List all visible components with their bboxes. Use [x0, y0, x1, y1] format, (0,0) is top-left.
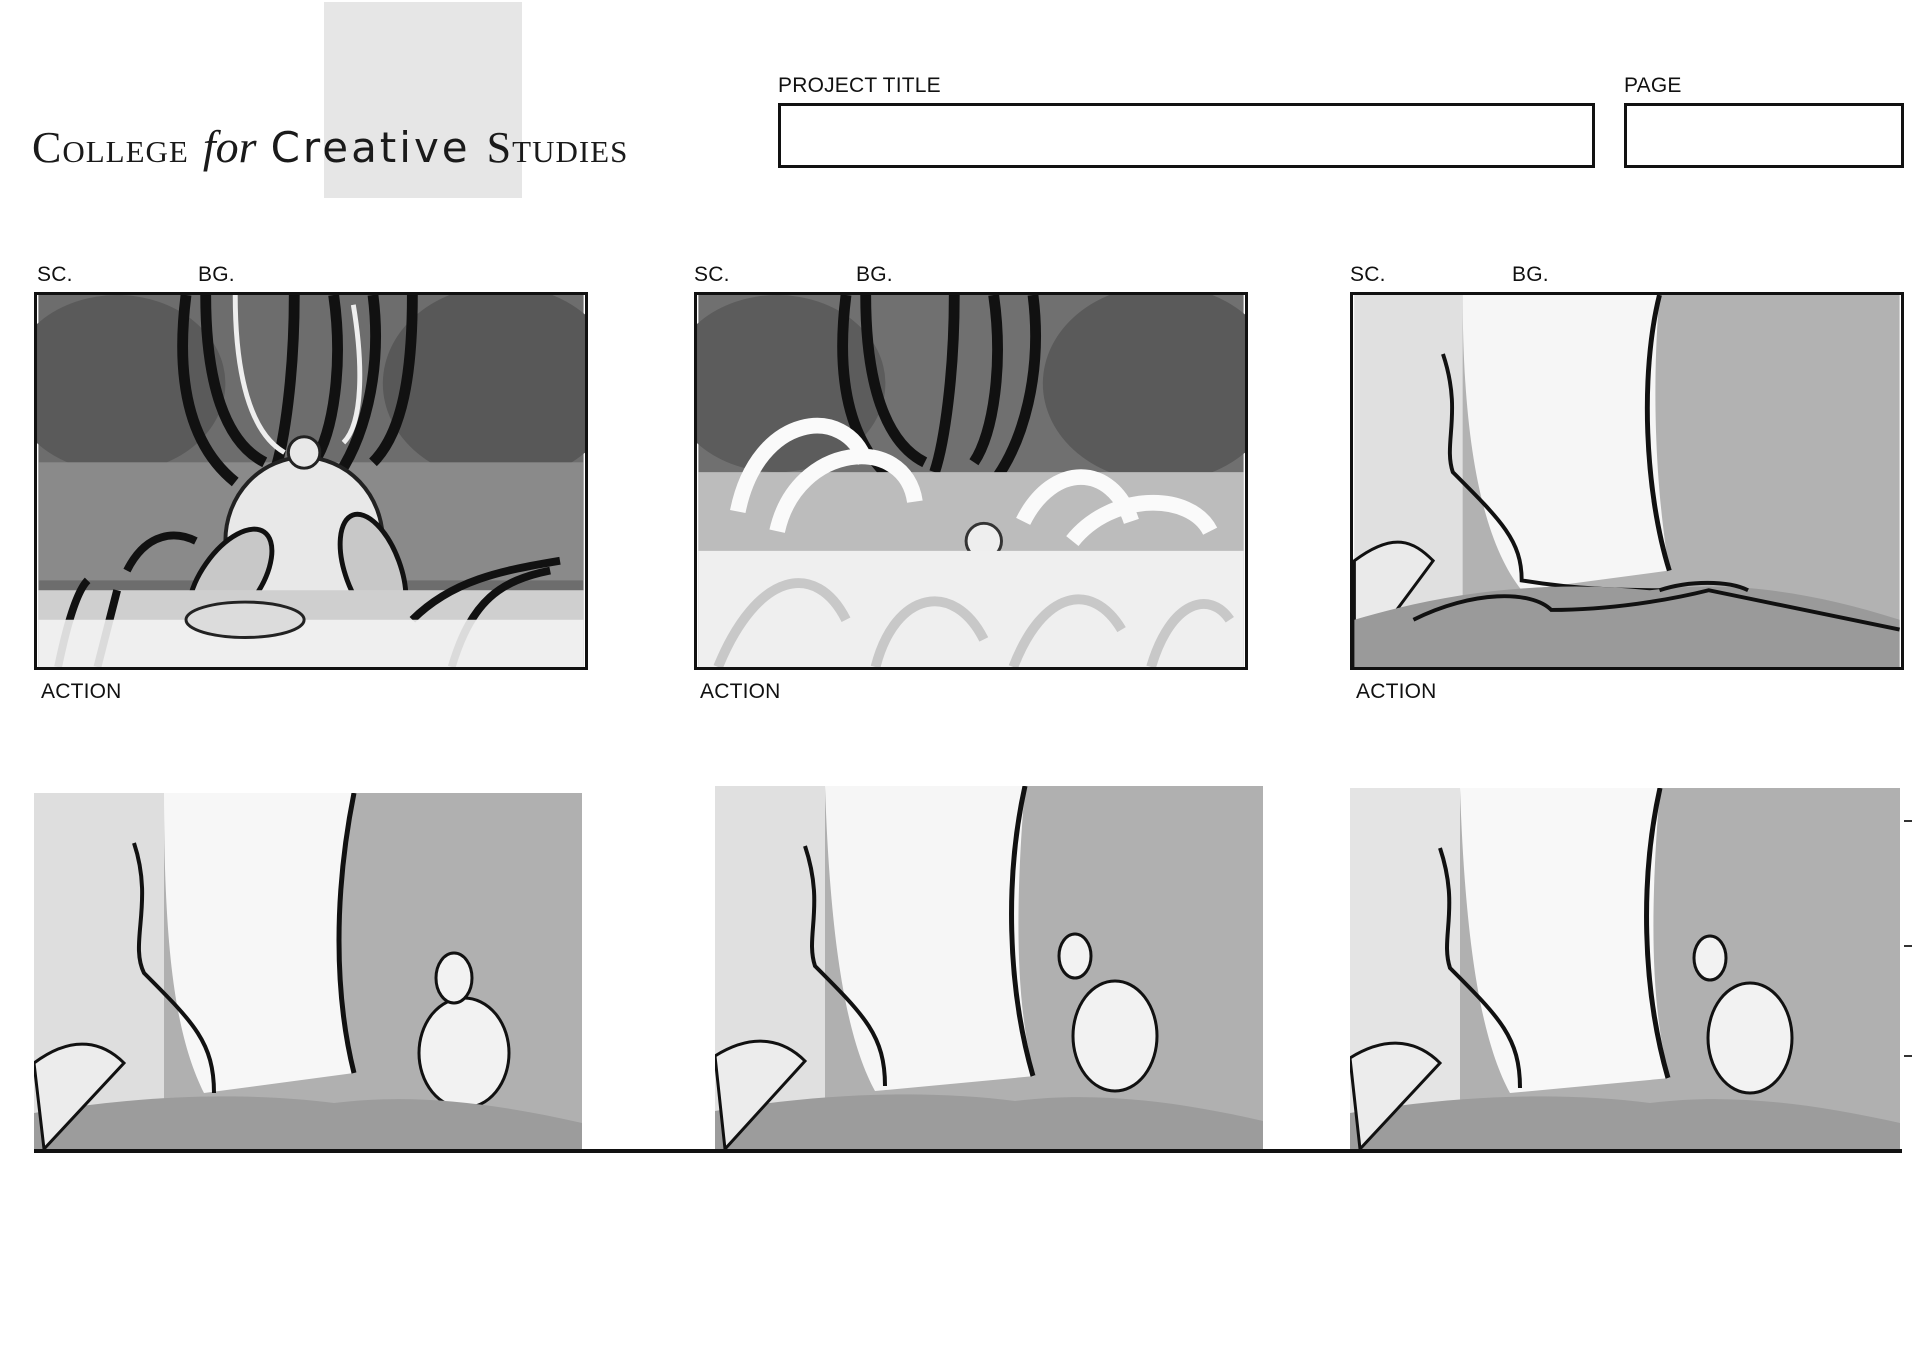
panel-6-sketch: [1350, 788, 1900, 1149]
panel-3-sc-label: SC.: [1350, 263, 1386, 286]
storyboard-panel-2: [694, 292, 1248, 670]
storyboard-panel-6: [1350, 788, 1900, 1149]
row-baseline-rule: [34, 1149, 1902, 1153]
storyboard-panel-3: [1350, 292, 1904, 670]
edge-tick-mark: [1904, 820, 1912, 822]
edge-tick-mark: [1904, 1055, 1912, 1057]
panel-2-sc-label: SC.: [694, 263, 730, 286]
logo-word-for: for: [202, 121, 257, 172]
panel-1-action-label: ACTION: [41, 680, 122, 703]
logo-word-studies: Studies: [486, 123, 629, 172]
panel-1-sketch: [37, 295, 585, 667]
college-logo: College for Creative Studies: [32, 120, 628, 180]
panel-5-sketch: [715, 786, 1263, 1149]
edge-tick-mark: [1904, 945, 1912, 947]
panel-3-bg-label: BG.: [1512, 263, 1549, 286]
page-number-field[interactable]: [1624, 103, 1904, 168]
storyboard-panel-1: [34, 292, 588, 670]
storyboard-panel-5: [715, 786, 1263, 1149]
logo-word-college: College: [32, 123, 189, 172]
panel-4-sketch: [34, 793, 582, 1149]
project-title-field[interactable]: [778, 103, 1595, 168]
panel-3-sketch: [1353, 295, 1901, 667]
panel-2-bg-label: BG.: [856, 263, 893, 286]
panel-3-action-label: ACTION: [1356, 680, 1437, 703]
project-title-label: PROJECT TITLE: [778, 74, 941, 97]
panel-1-sc-label: SC.: [37, 263, 73, 286]
logo-word-creative: Creative: [270, 123, 471, 172]
page-label: PAGE: [1624, 74, 1682, 97]
panel-2-action-label: ACTION: [700, 680, 781, 703]
storyboard-panel-4: [34, 793, 582, 1149]
panel-2-sketch: [697, 295, 1245, 667]
panel-1-bg-label: BG.: [198, 263, 235, 286]
